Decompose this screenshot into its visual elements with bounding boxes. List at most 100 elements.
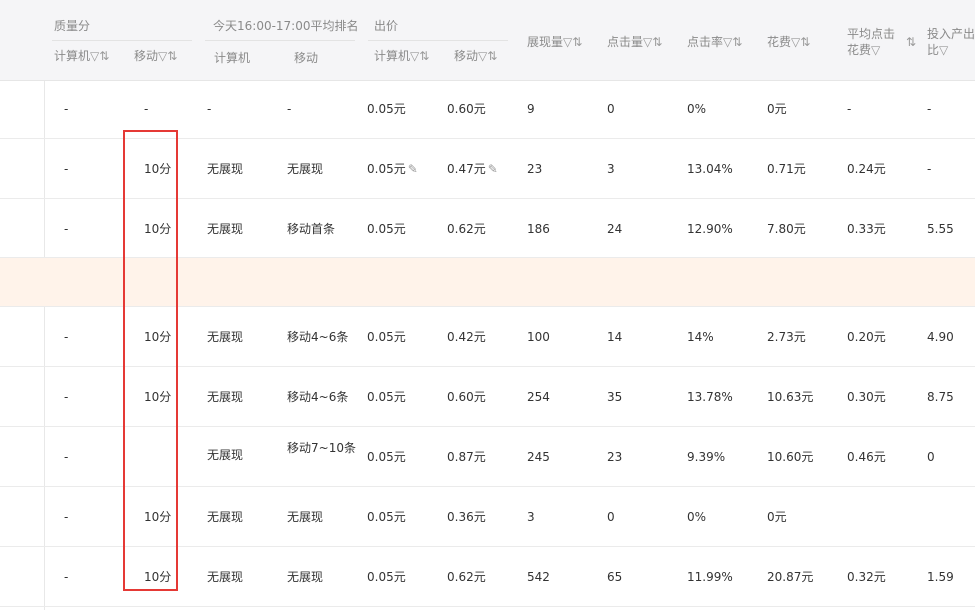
impressions-cell: 254 — [527, 390, 550, 404]
header-roi-line2[interactable]: 比▽ — [927, 42, 948, 58]
sort-icon[interactable]: ⇅ — [732, 35, 742, 49]
pencil-icon[interactable]: ✎ — [408, 162, 418, 176]
bid-pc-cell[interactable]: 0.05元 — [367, 450, 406, 464]
sort-icon[interactable]: ⇅ — [652, 35, 662, 49]
pencil-icon[interactable]: ✎ — [488, 162, 498, 176]
quality-pc-cell: - — [64, 102, 69, 116]
roi-cell: 5.55 — [927, 222, 954, 236]
cost-cell: 10.63元 — [767, 390, 814, 404]
sort-icon[interactable]: ⇅ — [906, 34, 916, 50]
header-clicks[interactable]: 点击量▽⇅ — [607, 34, 662, 50]
bid-pc-cell[interactable]: 0.05元 — [367, 102, 406, 116]
highlighted-row — [0, 258, 975, 307]
header-bid-mobile[interactable]: 移动▽⇅ — [454, 48, 497, 64]
cost-cell: 20.87元 — [767, 570, 814, 584]
roi-cell: 1.59 — [927, 570, 954, 584]
clicks-cell: 0 — [607, 510, 615, 524]
header-avg-cpc-line1: 平均点击 — [847, 27, 896, 41]
filter-icon[interactable]: ▽ — [158, 49, 167, 63]
header-avg-cpc-line2[interactable]: 花费▽ — [847, 42, 880, 58]
filter-icon[interactable]: ▽ — [643, 35, 652, 49]
bid-pc-cell[interactable]: 0.05元 — [367, 570, 406, 584]
group-underline-ranking — [205, 40, 355, 41]
ranking-pc-cell: 无展现 — [207, 570, 244, 584]
ctr-cell: 11.99% — [687, 570, 733, 584]
bid-pc-cell[interactable]: 0.05元 — [367, 222, 406, 236]
bid-mobile-cell[interactable]: 0.60元 — [447, 390, 486, 404]
quality-pc-cell: - — [64, 390, 69, 404]
group-underline-bid — [368, 40, 508, 41]
sort-icon[interactable]: ⇅ — [419, 49, 429, 63]
filter-icon[interactable]: ▽ — [871, 43, 880, 57]
filter-icon[interactable]: ▽ — [90, 49, 99, 63]
header-impressions[interactable]: 展现量▽⇅ — [527, 34, 582, 50]
filter-icon[interactable]: ▽ — [478, 49, 487, 63]
impressions-cell: 542 — [527, 570, 550, 584]
filter-icon[interactable]: ▽ — [723, 35, 732, 49]
cost-cell: 2.73元 — [767, 330, 806, 344]
quality-mobile-cell: 10分 — [144, 570, 172, 584]
cost-cell: 0元 — [767, 510, 787, 524]
ranking-pc-cell: 无展现 — [207, 510, 244, 524]
table-row: - 10分 无展现 无展现 0.05元 ✎ 0.47元 ✎ 23 3 13.04% … — [0, 139, 975, 199]
table-row: - 10分 无展现 移动4~6条 0.05元 0.60元 254 35 13.7… — [0, 367, 975, 427]
filter-icon[interactable]: ▽ — [563, 35, 572, 49]
ranking-pc-cell: 无展现 — [207, 448, 244, 462]
sort-icon[interactable]: ⇅ — [800, 35, 810, 49]
ranking-mobile-cell: 无展现 — [287, 162, 324, 176]
impressions-cell: 245 — [527, 450, 550, 464]
bid-pc-cell[interactable]: 0.05元 ✎ — [367, 162, 418, 176]
cost-cell: 10.60元 — [767, 450, 814, 464]
sort-icon[interactable]: ⇅ — [167, 49, 177, 63]
clicks-cell: 65 — [607, 570, 623, 584]
bid-mobile-cell[interactable]: 0.42元 — [447, 330, 486, 344]
quality-mobile-cell: - — [144, 102, 149, 116]
filter-icon[interactable]: ▽ — [410, 49, 419, 63]
header-quality-pc[interactable]: 计算机▽⇅ — [54, 48, 109, 64]
header-ctr[interactable]: 点击率▽⇅ — [687, 34, 742, 50]
quality-pc-cell: - — [64, 570, 69, 584]
clicks-cell: 3 — [607, 162, 615, 176]
header-quality-mobile[interactable]: 移动▽⇅ — [134, 48, 177, 64]
table-row: - 无展现 移动7~10条 0.05元 0.87元 245 23 9.39% 1… — [0, 427, 975, 487]
ranking-mobile-cell: 移动4~6条 — [287, 390, 349, 404]
quality-pc-cell: - — [64, 510, 69, 524]
bid-mobile-cell[interactable]: 0.60元 — [447, 102, 486, 116]
clicks-cell: 35 — [607, 390, 623, 404]
table-row: - 10分 无展现 移动4~6条 0.05元 0.42元 100 14 14% … — [0, 307, 975, 367]
bid-mobile-cell[interactable]: 0.47元 ✎ — [447, 162, 498, 176]
bid-mobile-cell[interactable]: 0.87元 — [447, 450, 486, 464]
bid-pc-cell[interactable]: 0.05元 — [367, 390, 406, 404]
clicks-cell: 24 — [607, 222, 623, 236]
roi-cell: - — [927, 102, 932, 116]
filter-icon[interactable]: ▽ — [939, 43, 948, 57]
sort-icon[interactable]: ⇅ — [99, 49, 109, 63]
quality-pc-cell: - — [64, 162, 69, 176]
avg-cpc-cell: 0.46元 — [847, 450, 886, 464]
quality-mobile-cell: 10分 — [144, 162, 172, 176]
ranking-pc-cell: 无展现 — [207, 162, 244, 176]
table-row: - 10分 无展现 无展现 0.05元 0.36元 3 0 0% 0元 — [0, 487, 975, 547]
avg-cpc-cell: 0.33元 — [847, 222, 886, 236]
clicks-cell: 23 — [607, 450, 623, 464]
header-ranking: 今天16:00-17:00平均排名 — [213, 19, 359, 33]
roi-cell: 8.75 — [927, 390, 954, 404]
avg-cpc-cell: 0.32元 — [847, 570, 886, 584]
sort-icon[interactable]: ⇅ — [572, 35, 582, 49]
header-bid: 出价 — [374, 19, 399, 33]
header-cost[interactable]: 花费▽⇅ — [767, 34, 810, 50]
table-row: - 10分 无展现 移动首条 0.05元 0.62元 186 24 12.90%… — [0, 199, 975, 258]
cost-cell: 7.80元 — [767, 222, 806, 236]
ctr-cell: 13.78% — [687, 390, 733, 404]
bid-pc-cell[interactable]: 0.05元 — [367, 510, 406, 524]
filter-icon[interactable]: ▽ — [791, 35, 800, 49]
sort-icon[interactable]: ⇅ — [487, 49, 497, 63]
table-row: - 10分 无展现 无展现 0.05元 0.62元 542 65 11.99% … — [0, 547, 975, 607]
bid-pc-cell[interactable]: 0.05元 — [367, 330, 406, 344]
bid-mobile-cell[interactable]: 0.62元 — [447, 222, 486, 236]
bid-mobile-cell[interactable]: 0.36元 — [447, 510, 486, 524]
header-bid-pc[interactable]: 计算机▽⇅ — [374, 48, 429, 64]
avg-cpc-cell: 0.20元 — [847, 330, 886, 344]
clicks-cell: 14 — [607, 330, 623, 344]
bid-mobile-cell[interactable]: 0.62元 — [447, 570, 486, 584]
